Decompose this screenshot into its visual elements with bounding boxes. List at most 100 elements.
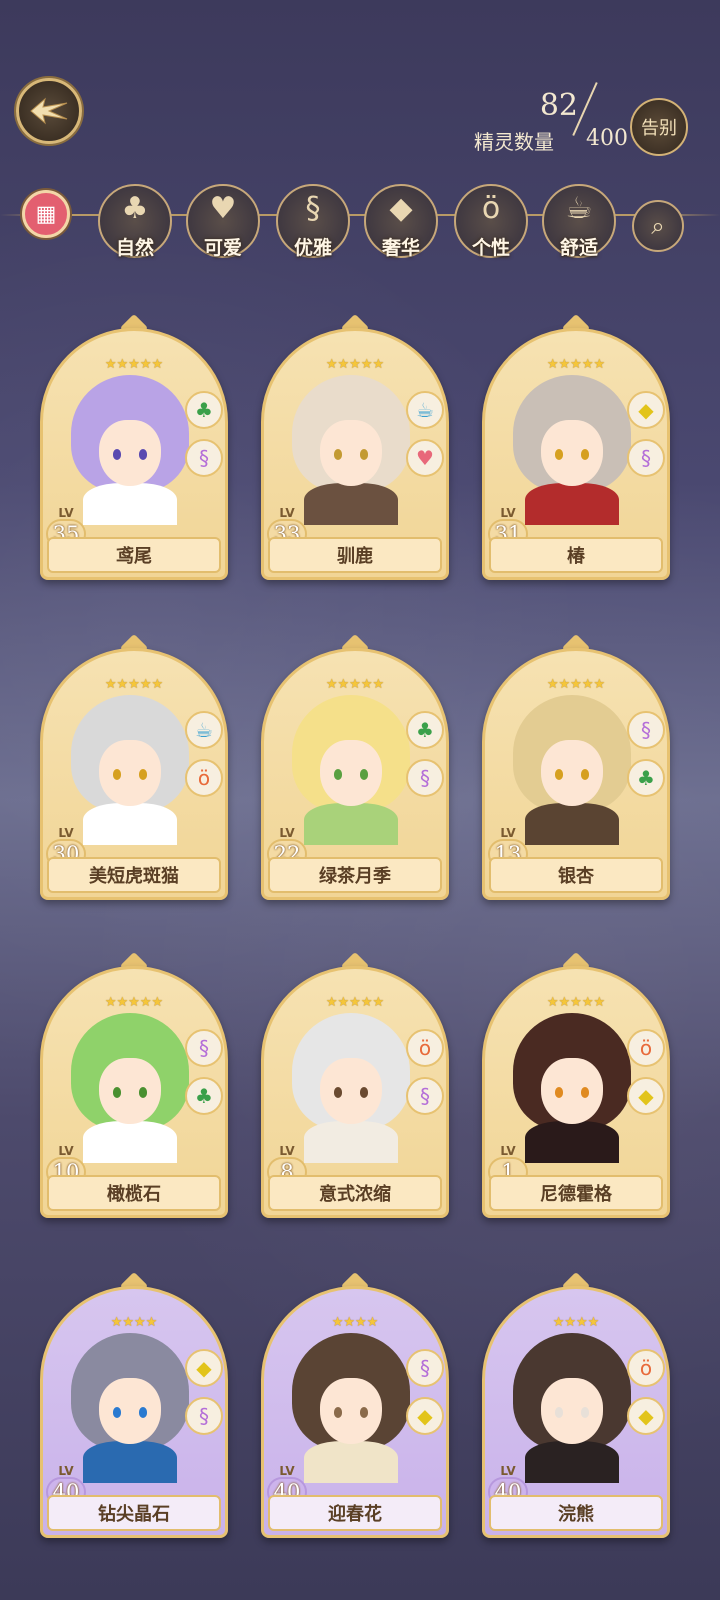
card-frame: ★★★★★ § ♣ LV 10 橄榄石 [40,966,228,1218]
spirit-name: 椿 [489,537,663,573]
spirit-portrait [292,1333,410,1483]
swan-icon: § [185,439,223,477]
spirit-card[interactable]: ★★★★★ ö § LV 8 意式浓缩 [261,951,449,1218]
diamond-icon: ◆ [627,391,665,429]
spirit-name: 鸢尾 [47,537,221,573]
teacup-icon: ☕ [406,391,444,429]
spirit-portrait [292,375,410,525]
spirit-card[interactable]: ★★★★★ ☕ ö LV 30 美短虎斑猫 [40,633,228,900]
rarity-stars: ★★★★★ [104,677,164,692]
teacup-icon: ☕ [185,711,223,749]
filter-glasses[interactable]: ö 个性 [454,184,528,259]
card-frame: ★★★★ ◆ § LV 40 钻尖晶石 [40,1286,228,1538]
heart-icon: ♥ [209,191,237,226]
level-tag: LV [58,506,74,520]
level-tag: LV [500,1144,516,1158]
spirit-portrait [513,1013,631,1163]
count-total: 400 [586,126,628,151]
clover-icon: ♣ [406,711,444,749]
teacup-icon: ☕ [565,191,593,226]
spirit-card[interactable]: ★★★★★ § ♣ LV 13 银杏 [482,633,670,900]
spirit-card[interactable]: ★★★★★ ö ◆ LV 1 尼德霍格 [482,951,670,1218]
spirit-card[interactable]: ★★★★★ ♣ § LV 22 绿茶月季 [261,633,449,900]
rarity-stars: ★★★★ [552,1315,600,1330]
spirit-name: 橄榄石 [47,1175,221,1211]
rarity-stars: ★★★★★ [104,357,164,372]
spirit-name: 绿茶月季 [268,857,442,893]
swan-icon: § [406,1349,444,1387]
rarity-stars: ★★★★★ [546,995,606,1010]
level-tag: LV [58,826,74,840]
spirit-count: 82 精灵数量 400 [438,82,628,154]
filter-all-button[interactable]: ▦ [22,190,70,238]
spirit-card[interactable]: ★★★★ § ◆ LV 40 迎春花 [261,1271,449,1538]
spirit-card[interactable]: ★★★★★ ◆ § LV 31 椿 [482,313,670,580]
heart-icon: ♥ [406,439,444,477]
level-tag: LV [58,1464,74,1478]
diamond-icon: ◆ [627,1397,665,1435]
filter-label: 个性 [471,237,510,259]
spirit-portrait [71,695,189,845]
back-button[interactable] [16,78,82,144]
diamond-icon: ◆ [389,191,413,226]
spirit-portrait [71,1013,189,1163]
level-tag: LV [500,826,516,840]
spirit-name: 银杏 [489,857,663,893]
spirit-card[interactable]: ★★★★★ ♣ § LV 35 鸢尾 [40,313,228,580]
spirit-portrait [513,375,631,525]
spirit-name: 意式浓缩 [268,1175,442,1211]
rarity-stars: ★★★★ [331,1315,379,1330]
glasses-icon: ö [627,1029,665,1067]
card-frame: ★★★★★ § ♣ LV 13 银杏 [482,648,670,900]
swan-icon: § [627,711,665,749]
spirit-card[interactable]: ★★★★★ § ♣ LV 10 橄榄石 [40,951,228,1218]
filter-teacup[interactable]: ☕ 舒适 [542,184,616,259]
spirit-portrait [292,1013,410,1163]
swan-icon: § [185,1397,223,1435]
rarity-stars: ★★★★★ [325,995,385,1010]
filter-diamond[interactable]: ◆ 奢华 [364,184,438,259]
glasses-icon: ö [481,191,501,226]
filter-label: 可爱 [203,237,242,259]
swan-icon: § [406,1077,444,1115]
spirit-name: 尼德霍格 [489,1175,663,1211]
spirit-card[interactable]: ★★★★ ◆ § LV 40 钻尖晶石 [40,1271,228,1538]
spirit-portrait [71,1333,189,1483]
level-tag: LV [500,506,516,520]
card-frame: ★★★★ § ◆ LV 40 迎春花 [261,1286,449,1538]
diamond-icon: ◆ [627,1077,665,1115]
glasses-icon: ö [406,1029,444,1067]
spirit-portrait [71,375,189,525]
wing-arrow-back-icon [30,97,68,125]
clover-icon: ♣ [627,759,665,797]
spirit-name: 迎春花 [268,1495,442,1531]
card-frame: ★★★★★ ö § LV 8 意式浓缩 [261,966,449,1218]
spirit-name: 美短虎斑猫 [47,857,221,893]
spirit-name: 浣熊 [489,1495,663,1531]
farewell-button[interactable]: 告别 [630,98,688,156]
filter-clover[interactable]: ♣ 自然 [98,184,172,259]
card-frame: ★★★★★ ☕ ö LV 30 美短虎斑猫 [40,648,228,900]
filter-label: 舒适 [559,237,598,259]
card-frame: ★★★★★ ♣ § LV 35 鸢尾 [40,328,228,580]
glasses-icon: ö [627,1349,665,1387]
grid-icon: ▦ [35,201,57,227]
spirit-card[interactable]: ★★★★★ ☕ ♥ LV 33 驯鹿 [261,313,449,580]
filter-swan[interactable]: § 优雅 [276,184,350,259]
filter-heart[interactable]: ♥ 可爱 [186,184,260,259]
spirit-name: 驯鹿 [268,537,442,573]
spirit-portrait [513,695,631,845]
clover-icon: ♣ [121,191,149,226]
swan-icon: § [185,1029,223,1067]
level-tag: LV [279,1144,295,1158]
search-button[interactable]: ⌕ [632,200,684,252]
glasses-icon: ö [185,759,223,797]
count-label: 精灵数量 [474,130,554,154]
level-tag: LV [500,1464,516,1478]
filter-label: 自然 [115,237,154,259]
card-frame: ★★★★ ö ◆ LV 40 浣熊 [482,1286,670,1538]
card-frame: ★★★★★ ö ◆ LV 1 尼德霍格 [482,966,670,1218]
rarity-stars: ★★★★ [110,1315,158,1330]
clover-icon: ♣ [185,391,223,429]
spirit-card[interactable]: ★★★★ ö ◆ LV 40 浣熊 [482,1271,670,1538]
